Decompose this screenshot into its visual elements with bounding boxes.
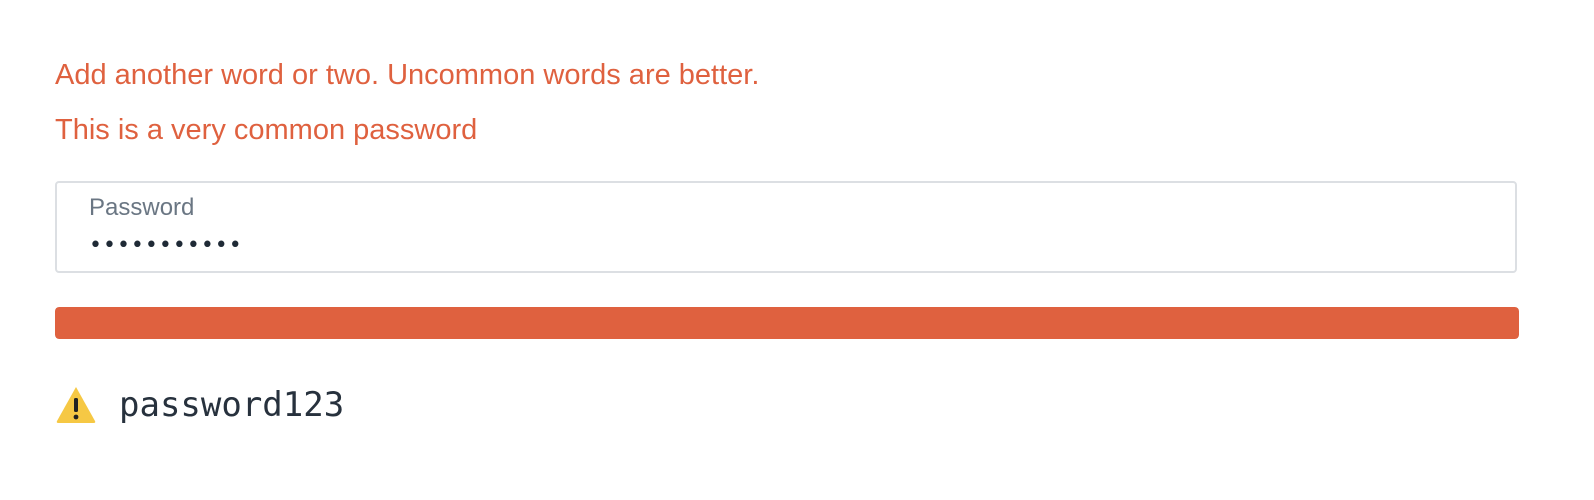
strength-meter: [55, 307, 1519, 339]
strength-meter-fill: [55, 307, 1519, 339]
password-field-label: Password: [89, 194, 195, 221]
password-input[interactable]: [89, 227, 1469, 263]
entered-password-row: password123: [55, 383, 344, 427]
entered-password-text: password123: [119, 385, 345, 425]
feedback-suggestion: Add another word or two. Uncommon words …: [55, 59, 760, 91]
feedback-warning: This is a very common password: [55, 114, 478, 146]
password-field[interactable]: Password: [55, 181, 1517, 273]
warning-icon: [56, 387, 96, 423]
